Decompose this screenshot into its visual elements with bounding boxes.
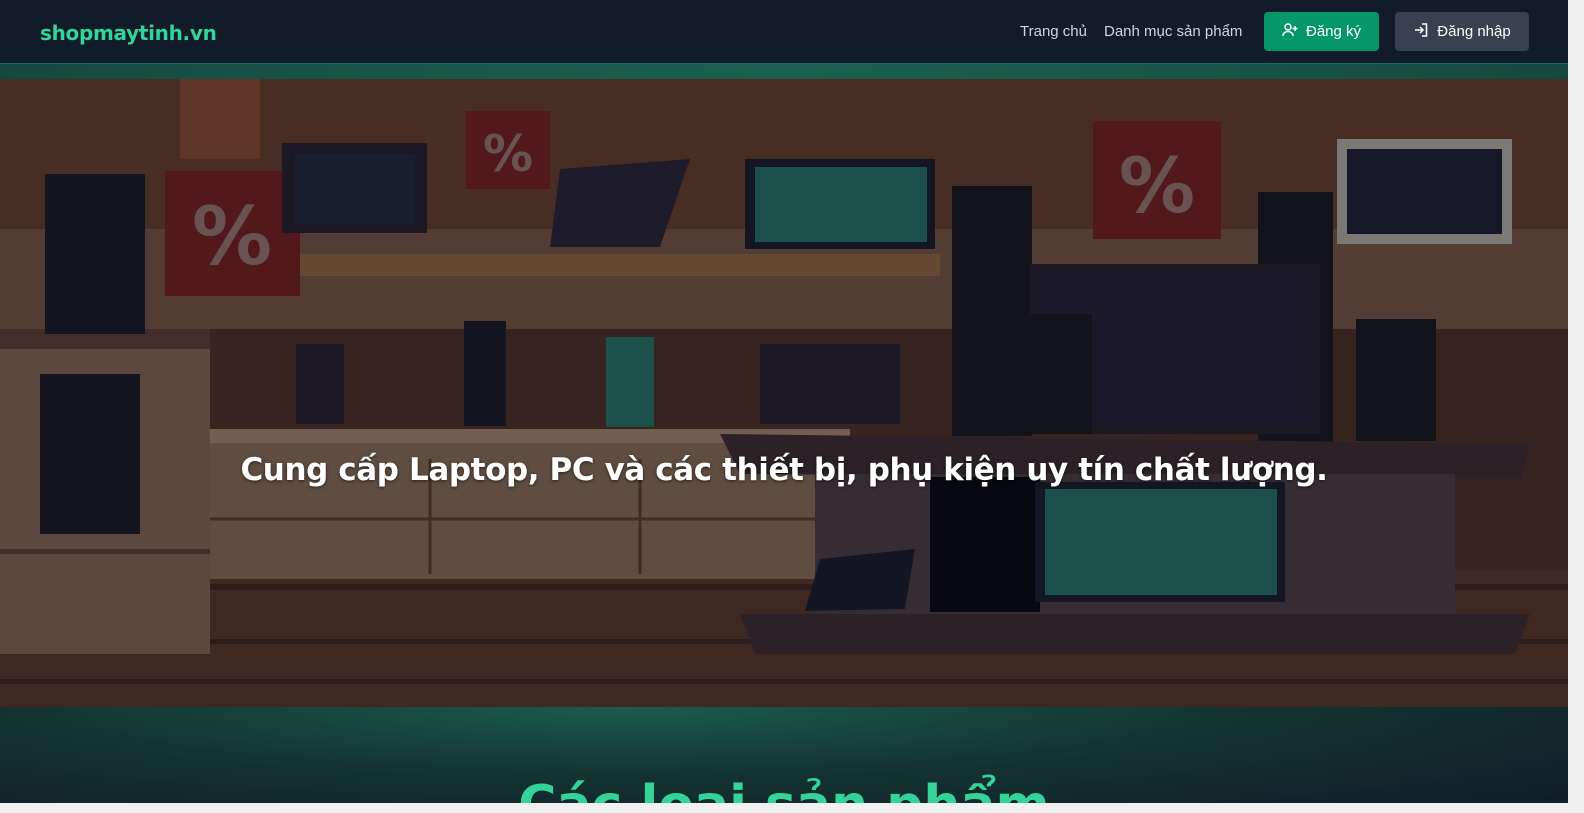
register-button[interactable]: Đăng ký bbox=[1264, 12, 1379, 51]
register-label: Đăng ký bbox=[1305, 23, 1362, 40]
hero-banner: % % % Cung cấp Laptop, PC và các thiết b… bbox=[0, 79, 1568, 707]
nav-categories-link[interactable]: Danh mục sản phẩm bbox=[1104, 23, 1242, 40]
user-plus-icon bbox=[1282, 22, 1298, 42]
nav-home-link[interactable]: Trang chủ bbox=[1020, 23, 1087, 40]
login-icon bbox=[1413, 22, 1429, 42]
hero-title: Cung cấp Laptop, PC và các thiết bị, phụ… bbox=[240, 452, 1328, 488]
login-label: Đăng nhập bbox=[1437, 23, 1511, 40]
horizontal-scrollbar[interactable] bbox=[0, 803, 1568, 813]
brand-logo[interactable]: shopmaytinh.vn bbox=[40, 21, 217, 45]
header-divider bbox=[0, 64, 1568, 79]
hero-overlay bbox=[0, 79, 1568, 707]
vertical-scrollbar[interactable] bbox=[1568, 0, 1584, 813]
product-categories-section: Các loại sản phẩm bbox=[0, 707, 1568, 813]
navbar: shopmaytinh.vn Trang chủ Danh mục sản ph… bbox=[0, 0, 1568, 64]
login-button[interactable]: Đăng nhập bbox=[1395, 12, 1529, 51]
